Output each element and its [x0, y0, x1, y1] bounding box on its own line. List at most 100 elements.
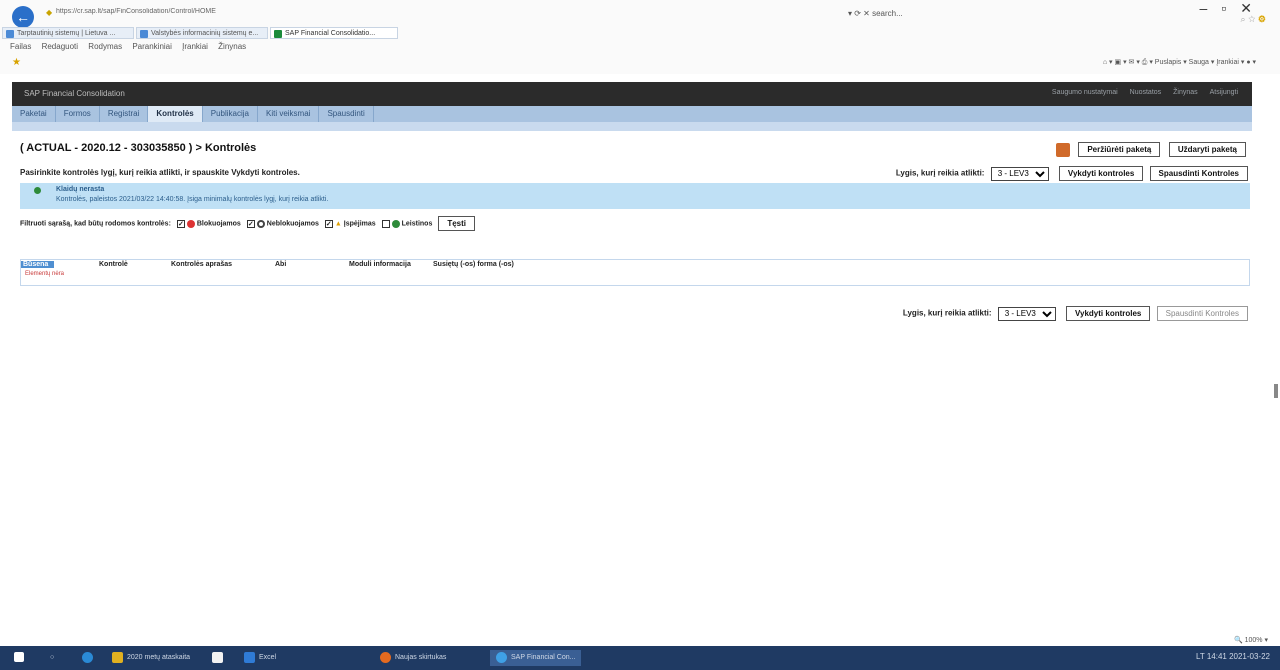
browser-tool-icons[interactable]: ⌕ ☆ ⚙ [1241, 14, 1266, 25]
home-icon[interactable]: ⌂ ▾ ▣ ▾ ✉ ▾ ⎙ ▾ [1103, 59, 1155, 66]
taskbar-item[interactable]: Naujas skirtukas [380, 650, 446, 666]
col-linked-forms[interactable]: Susiętų (-os) forma (-os) [433, 261, 514, 268]
ok-icon [391, 219, 400, 228]
tab-spausdinti[interactable]: Spausdinti [319, 106, 374, 122]
menu-item[interactable]: Žinynas [218, 42, 246, 51]
tab-publikacija[interactable]: Publikacija [203, 106, 258, 122]
menu-item[interactable]: Redaguoti [42, 42, 78, 51]
sap-tab-bar: Paketai Formos Registrai Kontrolės Publikaci… [12, 106, 1252, 122]
page-icon [6, 30, 14, 38]
empty-row: Elementų nėra [25, 271, 65, 277]
ok-label: Leistinos [401, 220, 433, 228]
zoom-level[interactable]: 🔍 100% ▾ [1234, 636, 1268, 644]
ok-checkbox[interactable] [381, 219, 390, 228]
non-blocking-icon [256, 219, 265, 228]
controls-table: Būsena Kontrolė Kontrolės aprašas Abi Mo… [20, 259, 1250, 286]
package-actions: Peržiūrėti paketą Uždaryti paketą [1055, 142, 1246, 157]
back-arrow-icon[interactable]: ← [12, 6, 34, 28]
firefox-icon [380, 651, 391, 663]
warnings-checkbox[interactable]: ✓ [324, 219, 333, 228]
header-link[interactable]: Žinynas [1173, 89, 1198, 96]
warning-icon: ▲ [334, 220, 342, 228]
cmd-safety[interactable]: Sauga ▾ [1189, 59, 1215, 66]
edge-taskbar[interactable] [82, 650, 97, 666]
refresh-filter-button[interactable]: Tęsti [438, 216, 475, 231]
non-blocking-label: Neblokuojamos [266, 220, 319, 228]
instructions-text: Pasirinkite kontrolės lygį, kurį reikia … [20, 168, 300, 177]
package-icon [1055, 142, 1070, 157]
browser-icon [82, 651, 93, 663]
cmd-tools[interactable]: Įrankiai ▾ [1216, 59, 1244, 66]
col-control[interactable]: Kontrolė [99, 261, 128, 268]
cmd-page[interactable]: Puslapis ▾ [1155, 59, 1187, 66]
blocking-icon [186, 219, 195, 228]
favorites-star-icon[interactable]: ★ [12, 57, 21, 68]
windows-taskbar: ○ 2020 metų ataskaita Excel Naujas skirt… [0, 646, 1280, 670]
header-link[interactable]: Nuostatos [1130, 89, 1162, 96]
non-blocking-checkbox[interactable]: ✓ [246, 219, 255, 228]
menu-item[interactable]: Rodymas [88, 42, 122, 51]
blocking-checkbox[interactable]: ✓ [176, 219, 185, 228]
header-link[interactable]: Atsijungti [1210, 89, 1238, 96]
level-selector-top: Lygis, kurį reikia atlikti: 3 - LEV3 Vyk… [896, 166, 1248, 181]
taskbar-item[interactable]: 2020 metų ataskaita [112, 650, 190, 666]
app-title: SAP Financial Consolidation [24, 89, 125, 98]
warnings-label: Įspėjimas [343, 220, 376, 228]
address-bar[interactable]: https://cr.sap.lt/sap/FinConsolidation/C… [56, 8, 416, 20]
taskbar-item[interactable]: Excel [244, 650, 276, 666]
col-both[interactable]: Abi [275, 261, 286, 268]
taskbar-item[interactable] [212, 650, 227, 666]
run-controls-button-bottom[interactable]: Vykdyti kontroles [1065, 306, 1151, 321]
print-controls-button-bottom[interactable]: Spausdinti Kontroles [1156, 306, 1248, 321]
header-links: Saugumo nustatymai Nuostatos Žinynas Ats… [1042, 89, 1238, 96]
header-link[interactable]: Saugumo nustatymai [1052, 89, 1118, 96]
search-taskbar[interactable]: ○ [50, 650, 54, 666]
tab-formos[interactable]: Formos [56, 106, 100, 122]
search-icon: ○ [50, 654, 55, 661]
level-selector-bottom: Lygis, kurį reikia atlikti: 3 - LEV3 Vyk… [903, 306, 1248, 321]
page-icon [274, 30, 282, 38]
blocking-label: Blokuojamos [196, 220, 241, 228]
close-package-button[interactable]: Uždaryti paketą [1168, 142, 1246, 157]
browser-menu-bar: Failas Redaguoti Rodymas Parankiniai Įra… [10, 42, 254, 51]
tab-kontroles[interactable]: Kontrolės [148, 106, 203, 122]
level-label: Lygis, kurį reikia atlikti: [895, 168, 985, 178]
run-controls-button[interactable]: Vykdyti kontroles [1058, 166, 1144, 181]
col-module-info[interactable]: Moduli informacija [349, 261, 411, 268]
browser-chrome: ← ◆ https://cr.sap.lt/sap/FinConsolidati… [0, 0, 1280, 74]
tab-kiti-veiksmai[interactable]: Kiti veiksmai [258, 106, 320, 122]
menu-item[interactable]: Parankiniai [132, 42, 172, 51]
filter-label: Filtruoti sąrašą, kad būtų rodomos kontr… [20, 220, 171, 228]
folder-icon [112, 651, 123, 663]
col-status[interactable]: Būsena [21, 261, 55, 268]
menu-item[interactable]: Failas [10, 42, 31, 51]
help-icon[interactable]: ● ▾ [1246, 59, 1256, 66]
browser-tab-active[interactable]: SAP Financial Consolidatio... [270, 27, 398, 39]
view-package-button[interactable]: Peržiūrėti paketą [1078, 142, 1161, 157]
system-tray[interactable]: LT 14:41 2021-03-22 [1196, 652, 1270, 661]
browser-tab[interactable]: Valstybės informacinių sistemų e... [136, 27, 268, 39]
store-icon [212, 651, 223, 663]
status-ok-icon [34, 187, 41, 194]
page-icon [140, 30, 148, 38]
page-title: ( ACTUAL - 2020.12 - 303035850 ) > Kontr… [20, 142, 257, 154]
scrollbar[interactable] [1274, 384, 1278, 398]
level-select[interactable]: 3 - LEV3 [990, 166, 1049, 181]
ie-icon [496, 651, 507, 663]
status-title: Klaidų nerasta [56, 186, 105, 193]
browser-tab[interactable]: Tarptautinių sistemų | Lietuva ... [2, 27, 134, 39]
start-button[interactable] [14, 650, 28, 666]
level-select-bottom[interactable]: 3 - LEV3 [997, 306, 1056, 321]
sap-header: SAP Financial Consolidation Saugumo nust… [12, 82, 1252, 106]
col-description[interactable]: Kontrolės aprašas [171, 261, 232, 268]
status-message: Kontrolės, paleistos 2021/03/22 14:40:58… [56, 196, 329, 203]
print-controls-button[interactable]: Spausdinti Kontroles [1149, 166, 1248, 181]
tab-paketai[interactable]: Paketai [12, 106, 56, 122]
mail-icon [244, 651, 255, 663]
sap-subbar [12, 122, 1252, 131]
site-lock-icon: ◆ [46, 8, 53, 17]
taskbar-item-active[interactable]: SAP Financial Con... [490, 650, 582, 666]
address-tools[interactable]: ▾ ⟳ ✕ search... [848, 9, 903, 18]
tab-registrai[interactable]: Registrai [100, 106, 149, 122]
menu-item[interactable]: Įrankiai [182, 42, 208, 51]
